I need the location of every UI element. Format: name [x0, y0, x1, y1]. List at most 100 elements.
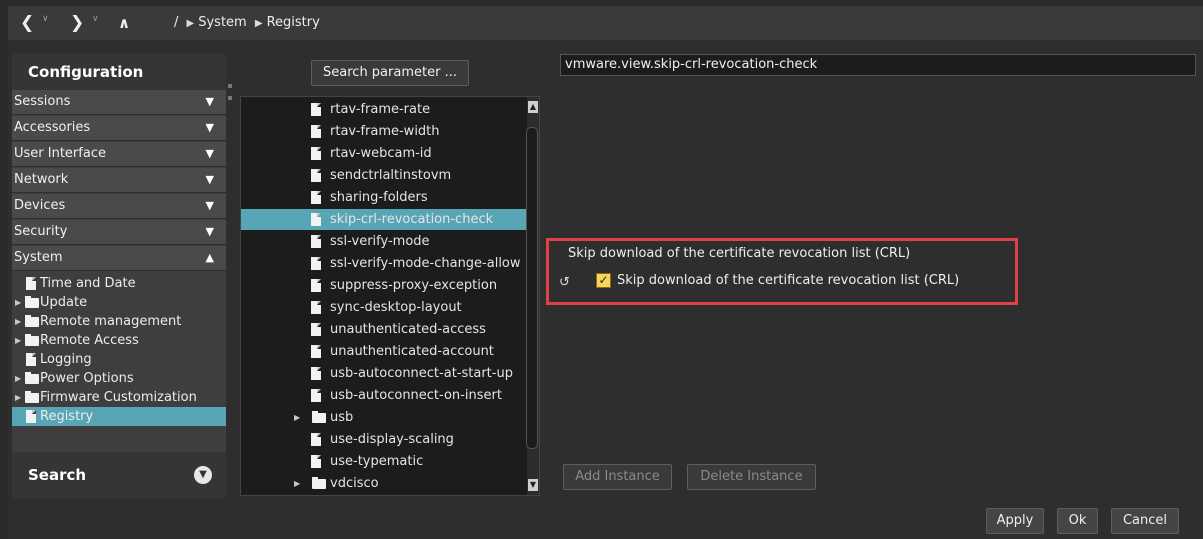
expand-triangle-icon[interactable]: ▶ — [15, 369, 21, 388]
list-item[interactable]: usb-autoconnect-on-insert — [241, 385, 529, 406]
expand-triangle-icon[interactable]: ▶ — [15, 331, 21, 350]
breadcrumb-separator-icon: ▶ — [254, 18, 263, 29]
chevron-up-icon[interactable]: ∧ — [118, 11, 130, 35]
expand-arrow-icon: ▼ — [205, 225, 214, 238]
list-item-selected[interactable]: skip-crl-revocation-check — [241, 209, 529, 230]
sidebar-item-remote-access[interactable]: ▶ Remote Access — [12, 331, 226, 350]
expand-triangle-icon[interactable]: ▶ — [15, 312, 21, 331]
vertical-scrollbar[interactable]: ▲ ▼ — [526, 97, 539, 495]
file-icon — [311, 169, 321, 182]
expand-triangle-icon[interactable]: ▶ — [294, 473, 300, 494]
sidebar-item-update[interactable]: ▶ Update — [12, 293, 226, 312]
ok-button[interactable]: Ok — [1057, 508, 1098, 534]
file-icon — [26, 277, 36, 290]
checkbox-label[interactable]: Skip download of the certificate revocat… — [617, 273, 959, 288]
chevron-right-icon[interactable]: ❯ — [70, 11, 84, 35]
file-icon — [311, 257, 321, 270]
list-item[interactable]: ▶ vdcisco — [241, 473, 529, 494]
sidebar-category-sessions[interactable]: Sessions ▼ — [12, 90, 226, 115]
configuration-title: Configuration — [28, 63, 144, 81]
file-icon — [311, 125, 321, 138]
scroll-up-icon[interactable]: ▲ — [528, 101, 538, 113]
sidebar-category-system[interactable]: System ▲ — [12, 246, 226, 271]
list-item[interactable]: ▶ usb — [241, 407, 529, 428]
list-item[interactable]: unauthenticated-access — [241, 319, 529, 340]
forward-history-caret-icon[interactable]: ∨ — [92, 14, 99, 24]
delete-instance-button[interactable]: Delete Instance — [687, 464, 816, 490]
expand-arrow-icon: ▼ — [205, 199, 214, 212]
folder-icon — [25, 372, 39, 384]
reset-icon[interactable]: ↺ — [559, 276, 575, 290]
scroll-down-icon[interactable]: ▼ — [528, 479, 538, 491]
breadcrumb-root[interactable]: / — [174, 15, 178, 30]
add-instance-button[interactable]: Add Instance — [563, 464, 672, 490]
list-item[interactable]: sendctrlaltinstovm — [241, 165, 529, 186]
category-label: User Interface — [14, 146, 106, 161]
folder-icon — [312, 411, 326, 423]
file-icon — [311, 103, 321, 116]
list-item[interactable]: ssl-verify-mode — [241, 231, 529, 252]
sidebar-item-time-and-date[interactable]: Time and Date — [12, 274, 226, 293]
folder-icon — [25, 391, 39, 403]
breadcrumb-separator-icon: ▶ — [186, 18, 195, 29]
scrollbar-thumb[interactable] — [526, 127, 538, 449]
collapse-arrow-icon: ▲ — [205, 251, 214, 264]
file-icon — [26, 410, 36, 423]
sidebar-item-power-options[interactable]: ▶ Power Options — [12, 369, 226, 388]
folder-icon — [25, 296, 39, 308]
sidebar-category-accessories[interactable]: Accessories ▼ — [12, 116, 226, 141]
sidebar-splitter[interactable] — [226, 54, 234, 498]
breadcrumb: / ▶ System ▶ Registry — [174, 6, 320, 40]
chevron-left-icon[interactable]: ❮ — [20, 11, 34, 35]
category-label: Network — [14, 172, 69, 187]
expand-search-icon[interactable]: ▼ — [194, 466, 212, 484]
file-icon — [311, 433, 321, 446]
sidebar-category-network[interactable]: Network ▼ — [12, 168, 226, 193]
breadcrumb-registry[interactable]: Registry — [267, 15, 320, 30]
list-item[interactable]: suppress-proxy-exception — [241, 275, 529, 296]
list-item[interactable]: rtav-frame-width — [241, 121, 529, 142]
sidebar-item-logging[interactable]: Logging — [12, 350, 226, 369]
expand-triangle-icon[interactable]: ▶ — [15, 388, 21, 407]
file-icon — [311, 301, 321, 314]
file-icon — [311, 455, 321, 468]
file-icon — [311, 279, 321, 292]
list-item[interactable]: ssl-verify-mode-change-allow — [241, 253, 529, 274]
parameter-list: rtav-frame-rate rtav-frame-width rtav-we… — [240, 96, 540, 496]
list-item[interactable]: rtav-webcam-id — [241, 143, 529, 164]
list-item[interactable]: use-typematic — [241, 451, 529, 472]
list-item[interactable]: use-display-scaling — [241, 429, 529, 450]
expand-arrow-icon: ▼ — [205, 147, 214, 160]
file-icon — [311, 323, 321, 336]
breadcrumb-system[interactable]: System — [198, 15, 246, 30]
list-item[interactable]: unauthenticated-account — [241, 341, 529, 362]
sidebar-category-devices[interactable]: Devices ▼ — [12, 194, 226, 219]
expand-triangle-icon[interactable]: ▶ — [294, 407, 300, 428]
list-item[interactable]: rtav-frame-rate — [241, 99, 529, 120]
folder-icon — [25, 334, 39, 346]
file-icon — [311, 235, 321, 248]
list-item[interactable]: usb-autoconnect-at-start-up — [241, 363, 529, 384]
search-parameter-button[interactable]: Search parameter ... — [311, 60, 469, 86]
splitter-grip-icon — [228, 96, 232, 100]
apply-button[interactable]: Apply — [986, 508, 1044, 534]
sidebar-item-remote-management[interactable]: ▶ Remote management — [12, 312, 226, 331]
skip-crl-checkbox[interactable]: ✓ — [596, 273, 611, 288]
parameter-description: Skip download of the certificate revocat… — [568, 246, 911, 261]
expand-arrow-icon: ▼ — [205, 95, 214, 108]
sidebar-item-firmware-customization[interactable]: ▶ Firmware Customization — [12, 388, 226, 407]
expand-triangle-icon[interactable]: ▶ — [15, 293, 21, 312]
folder-icon — [25, 315, 39, 327]
back-history-caret-icon[interactable]: ∨ — [42, 14, 49, 24]
category-label: Sessions — [14, 94, 71, 109]
sidebar-category-user-interface[interactable]: User Interface ▼ — [12, 142, 226, 167]
sidebar-item-registry[interactable]: Registry — [12, 407, 226, 426]
search-section-header[interactable]: Search ▼ — [12, 452, 226, 498]
file-icon — [311, 367, 321, 380]
list-item[interactable]: sharing-folders — [241, 187, 529, 208]
file-icon — [26, 353, 36, 366]
file-icon — [311, 147, 321, 160]
cancel-button[interactable]: Cancel — [1111, 508, 1179, 534]
list-item[interactable]: sync-desktop-layout — [241, 297, 529, 318]
sidebar-category-security[interactable]: Security ▼ — [12, 220, 226, 245]
